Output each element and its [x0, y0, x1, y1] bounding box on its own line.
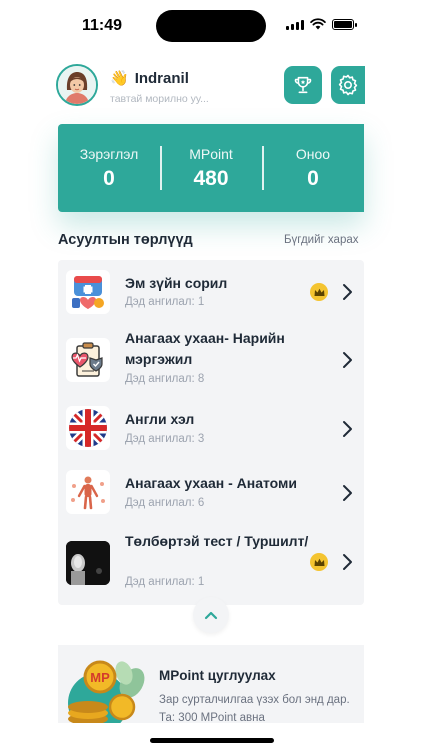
- trophy-icon: [294, 76, 312, 94]
- item-title: Анагаах ухаан - Анатоми: [125, 475, 297, 491]
- medicine-icon: [66, 270, 110, 314]
- stat-label: MPoint: [189, 145, 233, 162]
- home-indicator[interactable]: [150, 738, 274, 743]
- avatar[interactable]: [56, 64, 98, 106]
- item-subtitle: Дэд ангилал: 8: [125, 373, 205, 385]
- chevron-up-icon: [204, 611, 218, 620]
- item-title: Англи хэл: [125, 411, 195, 427]
- anatomy-icon: [66, 470, 110, 514]
- status-icons: [286, 18, 357, 30]
- dynamic-island: [156, 10, 266, 42]
- category-list: Эм зүйн сорил Дэд ангилал: 1 Анагаах уха…: [58, 260, 364, 605]
- item-subtitle: Дэд ангилал: 6: [125, 497, 205, 509]
- item-title: Анагаах ухаан- Нарийн мэргэжил: [125, 330, 285, 367]
- wifi-icon: [310, 18, 326, 30]
- stat-score[interactable]: Оноо 0: [262, 124, 364, 212]
- item-subtitle: Дэд ангилал: 1: [125, 576, 205, 588]
- premium-crown-icon: [310, 283, 328, 301]
- chevron-right-icon: [343, 284, 352, 300]
- chevron-right-icon: [343, 352, 352, 368]
- collapse-list-button[interactable]: [193, 597, 229, 633]
- gear-icon: [338, 74, 358, 96]
- status-time: 11:49: [82, 17, 123, 34]
- stat-rank[interactable]: Зэрэглэл 0: [58, 124, 160, 212]
- list-item[interactable]: Анагаах ухаан - Анатоми Дэд ангилал: 6: [58, 464, 364, 528]
- premium-crown-icon: [310, 553, 328, 571]
- list-item[interactable]: Анагаах ухаан- Нарийн мэргэжил Дэд ангил…: [58, 324, 364, 400]
- stat-value: 0: [307, 166, 319, 190]
- chevron-right-icon: [343, 421, 352, 437]
- promo-title: MPoint цуглуулах: [159, 668, 276, 683]
- list-item[interactable]: Төлбөртэй тест / Туршилт/ Дэд ангилал: 1: [58, 528, 364, 605]
- settings-button[interactable]: [331, 66, 365, 104]
- chevron-right-icon: [343, 485, 352, 501]
- item-title: Эм зүйн сорил: [125, 275, 228, 291]
- user-name: Indranil: [134, 70, 189, 87]
- greeting: 👋 Indranil: [110, 69, 189, 87]
- coin-label: MP: [90, 670, 110, 685]
- stat-value: 0: [103, 166, 115, 190]
- status-bar: 11:49: [0, 0, 422, 52]
- item-title: Төлбөртэй тест / Туршилт/: [125, 533, 309, 549]
- item-subtitle: Дэд ангилал: 1: [125, 296, 205, 308]
- promo-text: Зар сурталчилгаа үзэх бол энд дар. Та: 3…: [159, 694, 350, 723]
- stat-label: Зэрэглэл: [79, 145, 139, 162]
- item-subtitle: Дэд ангилал: 3: [125, 433, 205, 445]
- list-item[interactable]: Эм зүйн сорил Дэд ангилал: 1: [58, 260, 364, 324]
- coins-icon: MP: [68, 660, 145, 723]
- section-title: Асуултын төрлүүд: [58, 232, 193, 248]
- mpoint-promo-card[interactable]: MP MPoint цуглуулах Зар сурталчилгаа үзэ…: [58, 645, 364, 723]
- robot-photo-icon: [66, 541, 110, 585]
- stats-card: Зэрэглэл 0 MPoint 480 Оноо 0: [58, 124, 364, 212]
- uk-flag-icon: [66, 406, 110, 450]
- leaderboard-button[interactable]: [284, 66, 322, 104]
- wave-icon: 👋: [110, 70, 129, 87]
- chevron-right-icon: [343, 554, 352, 570]
- medical-clipboard-icon: [66, 338, 110, 382]
- list-item[interactable]: Англи хэл Дэд ангилал: 3: [58, 400, 364, 464]
- stat-value: 480: [193, 166, 229, 190]
- signal-icon: [286, 19, 304, 30]
- greeting-subtitle: тавтай морилно уу...: [110, 93, 209, 105]
- see-all-link[interactable]: Бүгдийг харах: [284, 234, 364, 246]
- battery-icon: [332, 18, 357, 30]
- stat-mpoint[interactable]: MPoint 480: [160, 124, 262, 212]
- stat-label: Оноо: [295, 145, 331, 162]
